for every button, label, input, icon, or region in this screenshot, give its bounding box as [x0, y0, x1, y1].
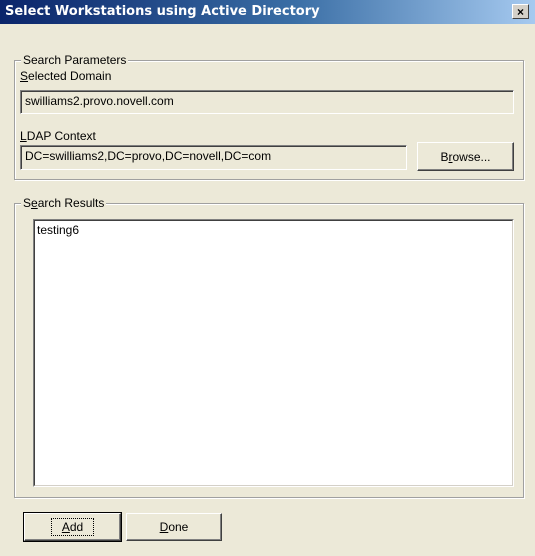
close-button[interactable]: ×: [512, 4, 529, 19]
window-title: Select Workstations using Active Directo…: [5, 4, 320, 19]
search-parameters-label: Search Parameters: [21, 53, 129, 67]
ldap-context-label: LDAP Context: [20, 129, 96, 143]
browse-button[interactable]: Browse...: [417, 142, 514, 171]
search-results-list[interactable]: testing6: [33, 219, 514, 487]
search-results-label: Search Results: [21, 196, 107, 210]
title-bar[interactable]: Select Workstations using Active Directo…: [0, 0, 535, 24]
close-icon: ×: [516, 4, 524, 19]
selected-domain-label: Selected Domain: [20, 69, 112, 83]
search-results-list-inner: testing6: [34, 220, 513, 486]
add-button[interactable]: Add: [23, 512, 122, 542]
browse-button-label: Browse...: [440, 149, 491, 164]
selected-domain-field[interactable]: swilliams2.provo.novell.com: [20, 90, 514, 114]
ldap-context-field[interactable]: DC=swilliams2,DC=provo,DC=novell,DC=com: [20, 145, 407, 170]
done-button[interactable]: Done: [126, 513, 222, 541]
selected-domain-value: swilliams2.provo.novell.com: [25, 94, 174, 108]
dialog-window: Select Workstations using Active Directo…: [0, 0, 535, 556]
ldap-context-value: DC=swilliams2,DC=provo,DC=novell,DC=com: [25, 149, 272, 163]
done-button-label: Done: [159, 520, 189, 534]
list-item[interactable]: testing6: [37, 223, 510, 238]
add-button-label: Add: [50, 518, 95, 536]
